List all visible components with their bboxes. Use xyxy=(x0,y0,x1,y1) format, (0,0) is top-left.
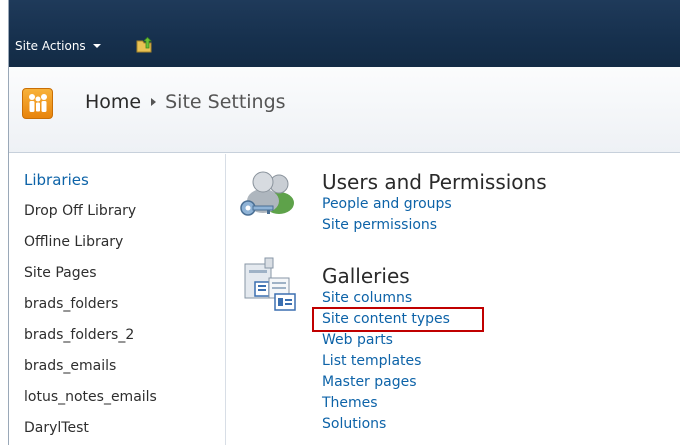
sharepoint-window: Site Actions Home Site Settings Librarie… xyxy=(8,0,680,445)
breadcrumb-separator-icon xyxy=(151,98,157,106)
quick-launch: Libraries Drop Off Library Offline Libra… xyxy=(9,154,226,445)
galleries-heading: Galleries xyxy=(322,264,410,288)
top-ribbon: Site Actions xyxy=(9,0,680,67)
folder-up-arrow-icon[interactable] xyxy=(136,37,154,53)
nav-item-lotus-notes-emails[interactable]: lotus_notes_emails xyxy=(24,389,157,405)
web-parts-link[interactable]: Web parts xyxy=(322,332,393,348)
nav-item-brads-emails[interactable]: brads_emails xyxy=(24,358,116,374)
highlight-box xyxy=(312,307,484,332)
nav-item-offline-library[interactable]: Offline Library xyxy=(24,234,123,250)
breadcrumb-current: Site Settings xyxy=(165,91,286,113)
breadcrumb-home-link[interactable]: Home xyxy=(85,91,141,113)
site-people-logo-icon[interactable] xyxy=(22,88,53,119)
themes-link[interactable]: Themes xyxy=(322,395,378,411)
nav-item-daryltest[interactable]: DarylTest xyxy=(24,420,89,436)
chevron-down-icon xyxy=(92,44,101,48)
solutions-link[interactable]: Solutions xyxy=(322,416,386,432)
site-columns-link[interactable]: Site columns xyxy=(322,290,412,306)
site-actions-label: Site Actions xyxy=(15,39,86,53)
galleries-icon xyxy=(244,257,296,311)
nav-item-brads-folders-2[interactable]: brads_folders_2 xyxy=(24,327,134,343)
breadcrumb: Home Site Settings xyxy=(85,91,286,113)
people-and-groups-link[interactable]: People and groups xyxy=(322,196,452,212)
list-templates-link[interactable]: List templates xyxy=(322,353,421,369)
nav-item-brads-folders[interactable]: brads_folders xyxy=(24,296,118,312)
nav-item-site-pages[interactable]: Site Pages xyxy=(24,265,97,281)
site-actions-menu[interactable]: Site Actions xyxy=(15,39,101,53)
nav-item-drop-off-library[interactable]: Drop Off Library xyxy=(24,203,136,219)
libraries-heading-link[interactable]: Libraries xyxy=(24,171,89,189)
master-pages-link[interactable]: Master pages xyxy=(322,374,417,390)
site-permissions-link[interactable]: Site permissions xyxy=(322,217,437,233)
users-key-icon xyxy=(240,171,294,216)
users-and-permissions-heading: Users and Permissions xyxy=(322,170,547,194)
title-area: Home Site Settings xyxy=(9,67,680,153)
